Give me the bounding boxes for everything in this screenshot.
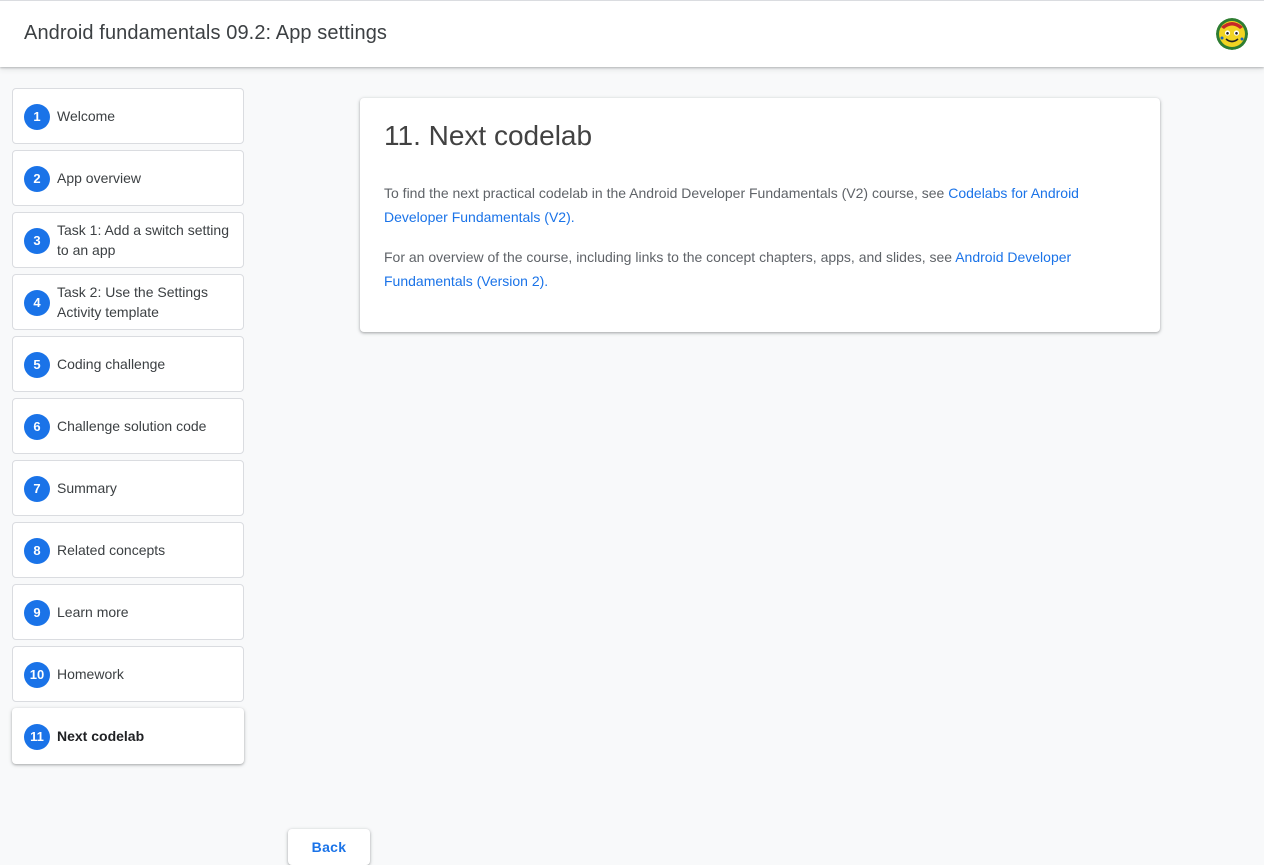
- step-number-badge: 7: [24, 476, 50, 502]
- step-item-challenge-solution[interactable]: 6 Challenge solution code: [12, 398, 244, 454]
- step-item-coding-challenge[interactable]: 5 Coding challenge: [12, 336, 244, 392]
- step-number-badge: 8: [24, 538, 50, 564]
- step-label: Welcome: [57, 108, 116, 124]
- step-content-card: 11. Next codelab To find the next practi…: [360, 98, 1160, 332]
- paragraph-text: To find the next practical codelab in th…: [384, 185, 949, 201]
- step-item-task-1[interactable]: 3 Task 1: Add a switch setting to an app: [12, 212, 244, 268]
- paragraph-text: For an overview of the course, including…: [384, 249, 956, 265]
- step-number-badge: 11: [24, 724, 50, 750]
- back-button[interactable]: Back: [288, 829, 370, 865]
- step-number-badge: 2: [24, 166, 50, 192]
- step-number-badge: 3: [24, 228, 50, 254]
- step-label: Learn more: [57, 604, 129, 620]
- step-item-next-codelab[interactable]: 11 Next codelab: [12, 708, 244, 764]
- next-codelab-paragraph: To find the next practical codelab in th…: [384, 181, 1136, 229]
- step-number-badge: 6: [24, 414, 50, 440]
- page-title: Android fundamentals 09.2: App settings: [24, 22, 388, 44]
- step-item-welcome[interactable]: 1 Welcome: [12, 88, 244, 144]
- step-number-badge: 4: [24, 290, 50, 316]
- step-number-badge: 1: [24, 104, 50, 130]
- step-label: Summary: [57, 480, 117, 496]
- step-heading: 11. Next codelab: [384, 120, 593, 151]
- step-number-badge: 10: [24, 662, 50, 688]
- course-overview-paragraph: For an overview of the course, including…: [384, 245, 1136, 293]
- step-number-badge: 9: [24, 600, 50, 626]
- top-app-bar: Android fundamentals 09.2: App settings: [0, 0, 1264, 67]
- step-item-learn-more[interactable]: 9 Learn more: [12, 584, 244, 640]
- step-number-badge: 5: [24, 352, 50, 378]
- step-item-task-2[interactable]: 4 Task 2: Use the Settings Activity temp…: [12, 274, 244, 330]
- step-label: Task 1: Add a switch setting to an app: [57, 222, 229, 258]
- step-label: Homework: [57, 666, 124, 682]
- step-label: Task 2: Use the Settings Activity templa…: [57, 284, 208, 320]
- step-label: Related concepts: [57, 542, 166, 558]
- step-label: Next codelab: [57, 728, 145, 744]
- step-item-homework[interactable]: 10 Homework: [12, 646, 244, 702]
- step-item-related-concepts[interactable]: 8 Related concepts: [12, 522, 244, 578]
- step-item-summary[interactable]: 7 Summary: [12, 460, 244, 516]
- step-label: Coding challenge: [57, 356, 166, 372]
- step-label: Challenge solution code: [57, 418, 207, 434]
- user-avatar-icon[interactable]: [1216, 18, 1248, 50]
- step-item-app-overview[interactable]: 2 App overview: [12, 150, 244, 206]
- step-label: App overview: [57, 170, 142, 186]
